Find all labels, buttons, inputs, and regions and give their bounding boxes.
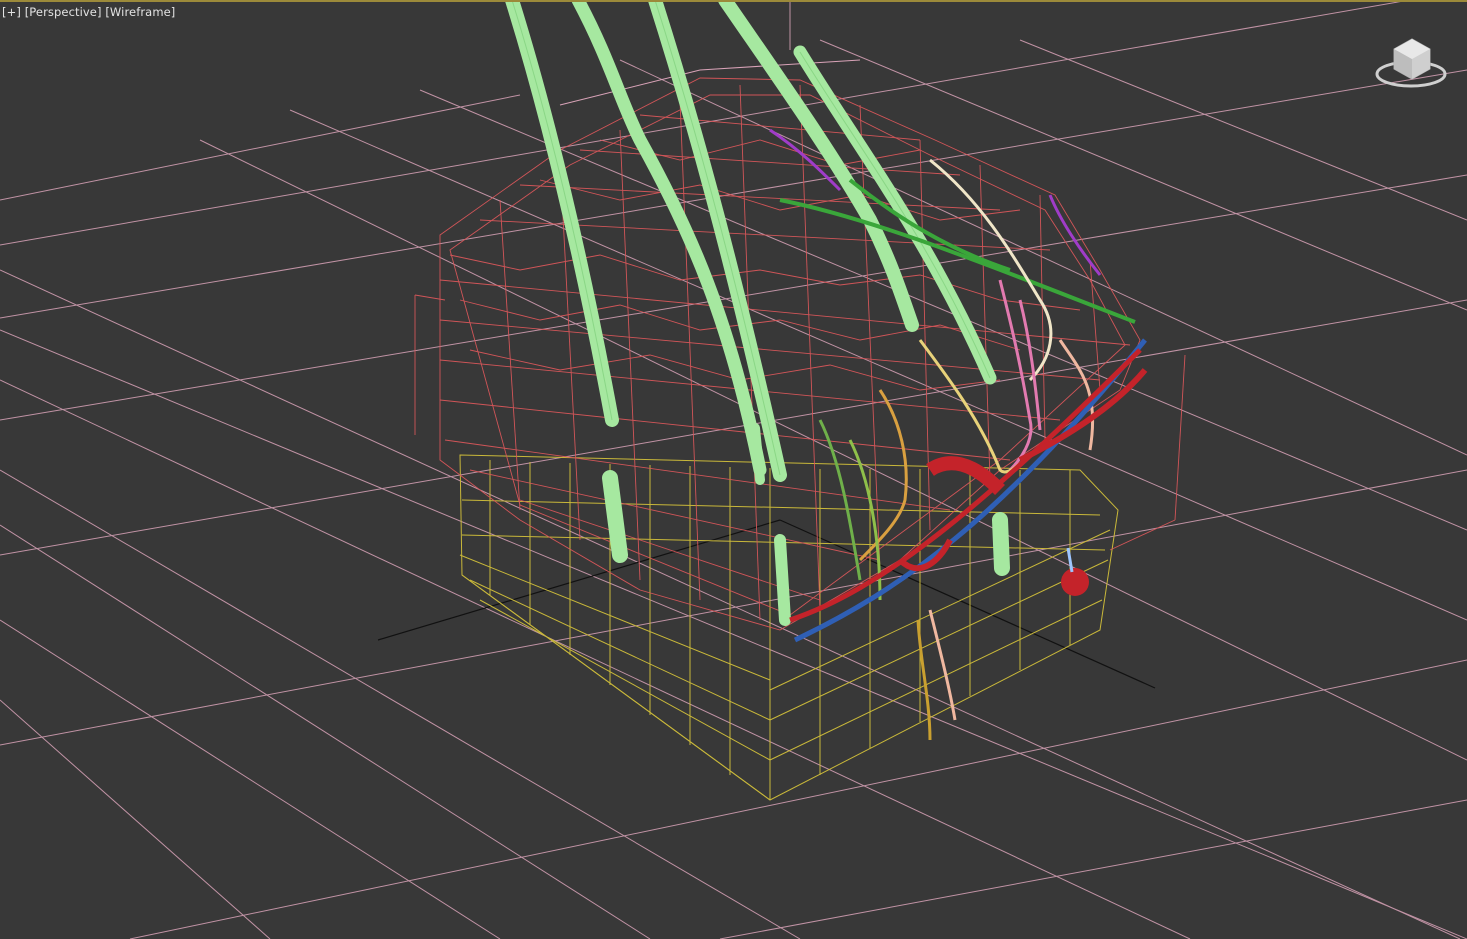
viewport-label-menu: [+] [Perspective] [Wireframe] — [2, 5, 175, 19]
viewport-point-of-view-menu[interactable]: [Perspective] — [25, 5, 102, 19]
perspective-viewport[interactable]: [+] [Perspective] [Wireframe] — [0, 0, 1467, 939]
sweat-gland-object — [1061, 547, 1089, 596]
world-axes — [377, 519, 1156, 689]
ground-grid — [0, 0, 1467, 939]
scene-wireframe[interactable] — [0, 0, 1467, 939]
viewport-general-menu[interactable]: [+] — [2, 5, 21, 19]
viewport-active-border — [0, 0, 1467, 2]
viewcube-icon[interactable] — [1372, 34, 1452, 94]
viewport-shading-menu[interactable]: [Wireframe] — [105, 5, 175, 19]
